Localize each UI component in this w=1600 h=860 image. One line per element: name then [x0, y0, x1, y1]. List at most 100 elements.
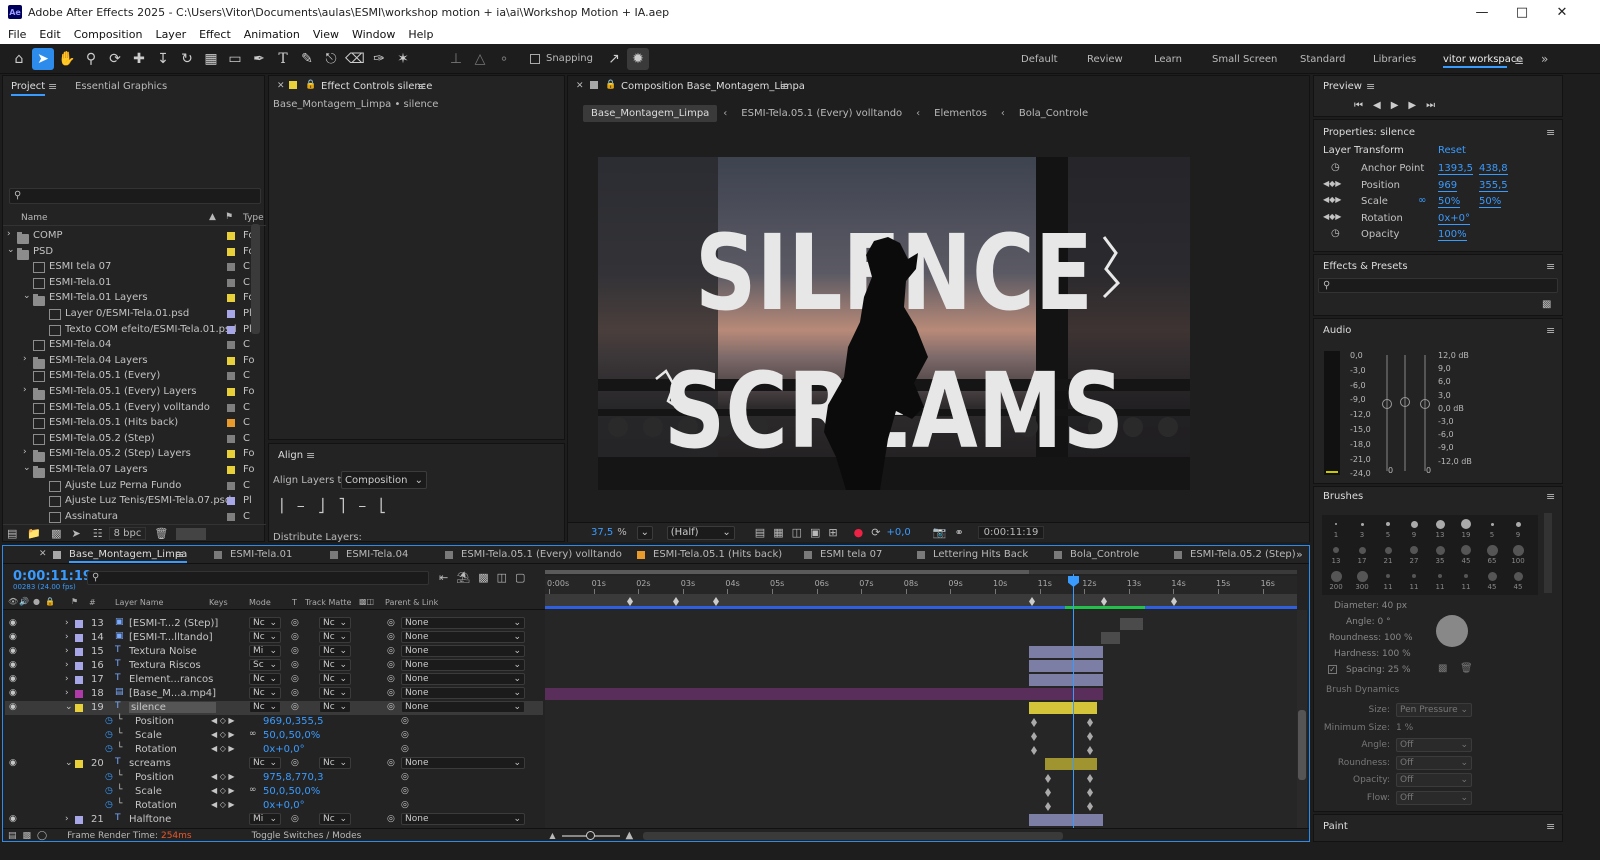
stopwatch-icon[interactable]: ◷ [105, 800, 113, 810]
exposure-value[interactable]: +0,0 [886, 527, 910, 538]
stopwatch-icon[interactable]: ◷ [1331, 162, 1340, 173]
mask-visibility-icon[interactable]: ◫ [792, 526, 802, 539]
dynamics-dropdown[interactable]: Off ⌄ [1396, 773, 1472, 787]
project-item[interactable]: Assinatura C [3, 509, 251, 525]
brush-tip[interactable]: 19 [1454, 517, 1478, 541]
timeline-tab[interactable]: Lettering Hits Back [933, 549, 1028, 560]
column-t[interactable]: T [292, 598, 297, 607]
fast-preview-icon[interactable]: ▤ [755, 526, 765, 539]
layer-property-row[interactable]: ◷ └ Position ◀ ◇ ▶ 975,8,770,3 ◎ [5, 771, 543, 785]
keyframe-navigator-icon[interactable]: ◀ ◇ ▶ [211, 716, 235, 725]
toggle-switches-modes-button[interactable]: Toggle Switches / Modes [252, 831, 362, 841]
brush-tip[interactable]: 5 [1376, 517, 1400, 541]
twirl-chevron-icon[interactable]: › [65, 814, 69, 824]
project-item[interactable]: ⌄ ESMI-Tela.01 Layers Fo [3, 290, 255, 307]
project-item[interactable]: ESMI-Tela.05.2 (Step) C [3, 431, 251, 447]
brush-tip[interactable]: 200 [1324, 569, 1348, 593]
project-item[interactable]: Ajuste Luz Perna Fundo C [3, 478, 251, 494]
brush-tip[interactable]: 11 [1454, 569, 1478, 593]
pick-whip-icon[interactable]: ◎ [387, 618, 395, 628]
zoom-tool-icon[interactable]: ⚲ [80, 48, 102, 70]
close-tab-icon[interactable]: ✕ [576, 81, 584, 91]
preserve-transparency-icon[interactable]: ◎ [291, 702, 299, 712]
brush-tip[interactable]: 3 [1350, 517, 1374, 541]
expression-graph-icon[interactable]: └ [117, 785, 122, 795]
solo-switch-icon[interactable]: ● [33, 597, 40, 606]
menu-item-effect[interactable]: Effect [199, 28, 231, 41]
last-frame-icon[interactable]: ⏭ [1426, 100, 1435, 111]
brush-tip[interactable]: 9 [1506, 517, 1530, 541]
layer-row[interactable]: ◉ › 21 T Halftone Mi ⌄ ◎ Nc ⌄ ◎ None ⌄ [5, 813, 543, 827]
expression-pick-whip-icon[interactable]: ◎ [401, 800, 409, 810]
dynamics-dropdown[interactable]: Off ⌄ [1396, 790, 1472, 805]
effects-search-input[interactable]: ⚲ [1318, 278, 1558, 293]
project-item[interactable]: › ESMI-Tela.05.2 (Step) Layers Fo [3, 446, 255, 463]
snap-edge-icon[interactable]: ↗ [603, 48, 625, 70]
puppet-pin-tool-icon[interactable]: ✶ [392, 48, 414, 70]
layer-name[interactable]: Halftone [129, 814, 171, 825]
label-color[interactable] [227, 481, 235, 490]
layer-label-color[interactable] [75, 760, 83, 768]
layer-row[interactable]: ◉ › 15 T Textura Noise Mi ⌄ ◎ Nc ⌄ ◎ None ⌄ [5, 645, 543, 659]
property-value-1[interactable]: 0x+0° [1438, 213, 1471, 225]
label-color[interactable] [227, 434, 235, 443]
stopwatch-icon[interactable]: ◷ [105, 730, 113, 740]
toggle-render-time-icon[interactable]: ◯ [37, 831, 47, 841]
timeline-zoom-slider[interactable] [561, 830, 620, 840]
column-track-matte[interactable]: Track Matte [305, 598, 351, 607]
pick-whip-icon[interactable]: ◎ [387, 758, 395, 768]
keyframe-navigator-icon[interactable]: ◀◆▶ [1323, 195, 1341, 204]
project-menu-icon[interactable]: ≡ [48, 80, 57, 93]
twirl-chevron-icon[interactable]: › [65, 632, 69, 642]
minimize-button[interactable]: — [1462, 0, 1502, 24]
layer-row[interactable]: ◉ ⌄ 20 Tscreams Nc ⌄ ◎ Nc ⌄ ◎ None ⌄ [5, 757, 543, 771]
column-type[interactable]: Type [243, 213, 264, 223]
workspace-menu-icon[interactable]: ≡ [1514, 54, 1524, 68]
dynamics-dropdown[interactable]: Off ⌄ [1396, 755, 1472, 770]
label-color[interactable] [227, 497, 235, 506]
brush-tip[interactable]: 65 [1480, 543, 1504, 567]
panel-menu-icon[interactable]: ≡ [175, 548, 184, 561]
layer-property-row[interactable]: ◷ └ Scale ◀ ◇ ▶ ∞ 50,0,50,0% ◎ [5, 785, 543, 799]
parent-dropdown[interactable]: None ⌄ [401, 645, 525, 657]
pick-whip-icon[interactable]: ◎ [387, 702, 395, 712]
layer-row[interactable]: ◉ › 16 T Textura Riscos Sc ⌄ ◎ Nc ⌄ ◎ None ⌄ [5, 659, 543, 673]
visibility-eye-icon[interactable]: ◉ [9, 632, 17, 642]
menu-item-edit[interactable]: Edit [39, 28, 60, 41]
label-color[interactable] [227, 310, 235, 318]
pen-tool-icon[interactable]: ✒ [248, 48, 270, 70]
keyframe-navigator-icon[interactable]: ◀ ◇ ▶ [211, 786, 235, 795]
track-matte-dropdown[interactable]: Nc ⌄ [319, 645, 351, 657]
breadcrumb-item[interactable]: Elementos [926, 105, 995, 122]
spacing-checkbox[interactable]: ✓ [1328, 665, 1337, 674]
layer-property-row[interactable]: ◷ └ Scale ◀ ◇ ▶ ∞ 50,0,50,0% ◎ [5, 729, 543, 743]
home-icon[interactable]: ⌂ [8, 48, 30, 70]
label-color[interactable] [227, 294, 235, 303]
tab-project[interactable]: Project [11, 81, 46, 96]
preserve-transparency-icon[interactable]: ◎ [291, 674, 299, 684]
composition-viewer[interactable]: SILENCE SCREAMS [598, 157, 1190, 490]
brush-tool-icon[interactable]: ✎ [296, 48, 318, 70]
selection-tool-icon[interactable]: ➤ [32, 47, 54, 70]
maximize-button[interactable]: □ [1502, 0, 1542, 24]
menu-item-window[interactable]: Window [352, 28, 395, 41]
resolution-dropdown[interactable]: (Half) ⌄ [666, 525, 735, 540]
visibility-eye-icon[interactable]: ◉ [9, 674, 17, 684]
clone-stamp-tool-icon[interactable]: ⎋ [320, 48, 342, 70]
align-right-icon[interactable]: ⎦ [318, 499, 325, 514]
label-color[interactable] [227, 372, 235, 381]
label-color[interactable] [227, 388, 235, 396]
timeline-tab[interactable]: ESMI tela 07 [820, 549, 882, 560]
audio-switch-icon[interactable]: 🔊 [19, 597, 29, 606]
layer-property-row[interactable]: ◷ └ Position ◀ ◇ ▶ 969,0,355,5 ◎ [5, 715, 543, 729]
layer-row[interactable]: ◉ › 14 ▣ [ESMI-T...lltando] Nc ⌄ ◎ Nc ⌄ ◎ None ⌄ [5, 631, 543, 645]
column-mode[interactable]: Mode [249, 598, 271, 607]
parent-dropdown[interactable]: None ⌄ [401, 631, 525, 643]
preserve-transparency-icon[interactable]: ◎ [291, 646, 299, 656]
dynamics-dropdown[interactable]: Pen Pressure ⌄ [1396, 703, 1472, 717]
snapshot-camera-icon[interactable]: 📷 [933, 526, 947, 539]
property-value-1[interactable]: 969 [1438, 180, 1458, 192]
pick-whip-icon[interactable]: ◎ [387, 674, 395, 684]
keyframe-navigator-icon[interactable]: ◀ ◇ ▶ [211, 772, 235, 781]
panel-menu-icon[interactable]: ≡ [780, 80, 789, 93]
